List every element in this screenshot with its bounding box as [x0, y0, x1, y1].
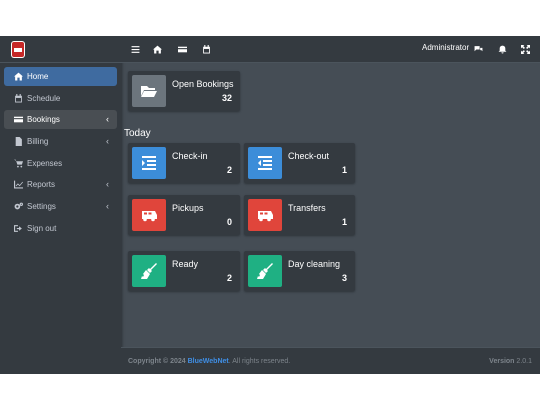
- sidebar-item-home[interactable]: Home: [4, 67, 117, 86]
- footer: Copyright © 2024 BlueWebNet. All rights …: [121, 347, 540, 374]
- pickups-label: Pickups: [172, 203, 204, 213]
- pickups-value: 0: [226, 217, 232, 227]
- checkout-value: 1: [341, 165, 347, 175]
- chevron-left-icon: ‹: [106, 201, 109, 212]
- open-bookings-label: Open Bookings: [172, 79, 234, 89]
- top-navbar: Administrator: [121, 36, 540, 63]
- home-icon: [12, 72, 24, 82]
- messages-icon[interactable]: [473, 44, 484, 55]
- broom-icon: [132, 255, 166, 287]
- app-window: Home Schedule Bookings ‹ Billing ‹ Expen…: [0, 36, 540, 374]
- brand-link[interactable]: BlueWebNet: [188, 358, 229, 365]
- outdent-icon: [248, 147, 282, 179]
- checkout-label: Check-out: [288, 151, 330, 161]
- sidebar-item-label: Schedule: [27, 93, 61, 103]
- sign-out-icon: [12, 223, 24, 233]
- menu-toggle-icon[interactable]: [130, 44, 141, 55]
- sidebar-item-label: Expenses: [27, 158, 63, 168]
- pickups-card[interactable]: Pickups 0: [128, 195, 240, 235]
- sidebar-item-label: Settings: [27, 202, 56, 212]
- checkout-card[interactable]: Check-out 1: [244, 143, 355, 183]
- file-icon: [12, 137, 24, 147]
- user-menu[interactable]: Administrator: [422, 43, 469, 52]
- transfers-label: Transfers: [288, 203, 326, 213]
- sidebar-item-sign-out[interactable]: Sign out: [4, 219, 117, 238]
- rights-text: . All rights reserved.: [228, 358, 291, 365]
- checkin-label: Check-in: [172, 151, 208, 161]
- sidebar-item-label: Reports: [27, 180, 56, 190]
- bell-icon[interactable]: [497, 44, 508, 55]
- sidebar-item-settings[interactable]: Settings ‹: [4, 197, 117, 216]
- sidebar-item-billing[interactable]: Billing ‹: [4, 132, 117, 151]
- version-label: Version: [489, 358, 515, 365]
- sidebar-item-reports[interactable]: Reports ‹: [4, 175, 117, 194]
- sidebar-item-label: Bookings: [27, 115, 60, 125]
- sidebar-item-label: Sign out: [27, 223, 57, 233]
- brand[interactable]: [0, 36, 121, 63]
- transfers-card[interactable]: Transfers 1: [244, 195, 355, 235]
- sidebar-item-label: Home: [27, 72, 49, 81]
- day-cleaning-label: Day cleaning: [288, 259, 341, 269]
- checkin-card[interactable]: Check-in 2: [128, 143, 240, 183]
- calendar-icon[interactable]: [201, 44, 212, 55]
- cogs-icon: [12, 202, 24, 212]
- open-bookings-card[interactable]: Open Bookings 32: [128, 71, 240, 111]
- today-heading: Today: [124, 128, 151, 139]
- chevron-left-icon: ‹: [106, 179, 109, 190]
- credit-card-icon: [12, 115, 24, 125]
- chart-icon: [12, 180, 24, 190]
- home-icon[interactable]: [152, 44, 163, 55]
- sidebar-nav: Home Schedule Bookings ‹ Billing ‹ Expen…: [0, 63, 121, 245]
- bus-icon: [248, 199, 282, 231]
- day-cleaning-value: 3: [341, 273, 347, 283]
- fullscreen-icon[interactable]: [520, 44, 531, 55]
- ready-card[interactable]: Ready 2: [128, 251, 240, 291]
- folder-open-icon: [132, 75, 166, 107]
- sidebar-item-label: Billing: [27, 137, 49, 147]
- sidebar-item-schedule[interactable]: Schedule: [4, 89, 117, 108]
- credit-card-icon[interactable]: [177, 44, 188, 55]
- version-number: 2.0.1: [516, 358, 532, 365]
- chevron-left-icon: ‹: [106, 114, 109, 125]
- broom-icon: [248, 255, 282, 287]
- chevron-left-icon: ‹: [106, 136, 109, 147]
- checkin-value: 2: [226, 165, 232, 175]
- cart-icon: [12, 158, 24, 168]
- version-text: Version 2.0.1: [489, 358, 532, 365]
- ready-value: 2: [226, 273, 232, 283]
- sidebar-item-bookings[interactable]: Bookings ‹: [4, 110, 117, 130]
- sidebar-item-expenses[interactable]: Expenses: [4, 154, 117, 173]
- ready-label: Ready: [172, 259, 199, 269]
- open-bookings-value: 32: [221, 93, 232, 103]
- bus-icon: [132, 199, 166, 231]
- copyright-label: Copyright © 2024: [128, 358, 186, 365]
- indent-icon: [132, 147, 166, 179]
- day-cleaning-card[interactable]: Day cleaning 3: [244, 251, 355, 291]
- calendar-icon: [12, 93, 24, 103]
- sidebar: Home Schedule Bookings ‹ Billing ‹ Expen…: [0, 36, 121, 374]
- copyright-text: Copyright © 2024 BlueWebNet. All rights …: [128, 358, 290, 365]
- app-logo: [12, 41, 24, 57]
- transfers-value: 1: [341, 217, 347, 227]
